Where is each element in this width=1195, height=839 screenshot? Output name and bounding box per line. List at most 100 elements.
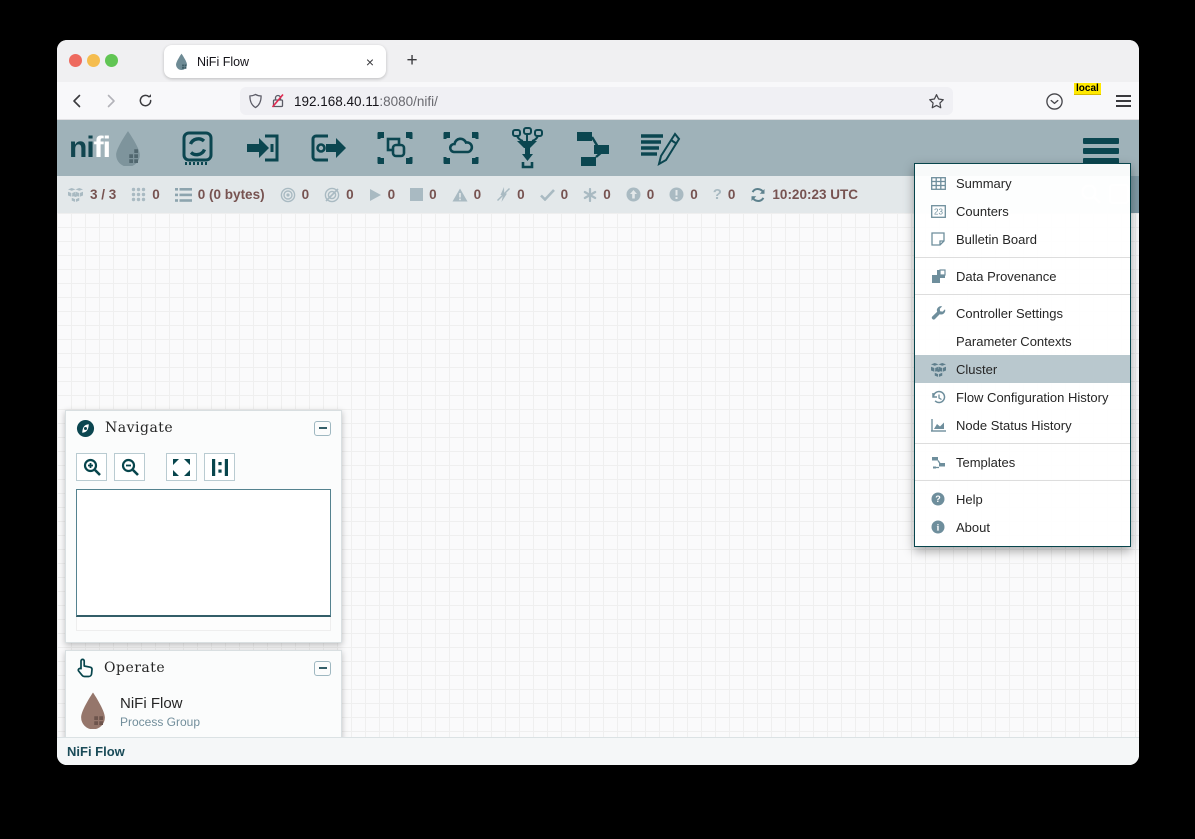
compass-icon xyxy=(76,419,95,438)
menu-label: Counters xyxy=(956,204,1009,219)
window-close-button[interactable] xyxy=(69,54,82,67)
menu-label: Summary xyxy=(956,176,1012,191)
menu-item-summary[interactable]: Summary xyxy=(915,169,1130,197)
browser-toolbar-right: local xyxy=(1045,84,1131,118)
label-icon[interactable] xyxy=(637,127,681,169)
up-to-date-status: 0 xyxy=(540,187,569,202)
menu-separator xyxy=(915,257,1130,258)
menu-item-data-provenance[interactable]: Data Provenance xyxy=(915,262,1130,290)
menu-item-parameter-contexts[interactable]: Parameter Contexts xyxy=(915,327,1130,355)
process-group-icon[interactable] xyxy=(373,127,417,169)
svg-text:23: 23 xyxy=(934,207,943,216)
browser-titlebar: NiFi Flow × + xyxy=(57,40,1139,82)
check-icon xyxy=(540,189,555,201)
menu-separator xyxy=(915,480,1130,481)
output-port-icon[interactable] xyxy=(307,127,351,169)
nifi-logo: nifi xyxy=(69,130,143,166)
queued-status: 0 (0 bytes) xyxy=(175,187,265,202)
menu-item-node-status-history[interactable]: Node Status History xyxy=(915,411,1130,439)
bookmark-star-icon[interactable] xyxy=(928,93,945,110)
birdseye-footer xyxy=(76,617,331,631)
grid-icon xyxy=(131,187,146,202)
birdseye-map[interactable] xyxy=(76,489,331,617)
account-avatar[interactable]: local xyxy=(1078,89,1102,113)
zoom-fit-button[interactable] xyxy=(166,453,197,481)
question-circle-icon: ? xyxy=(929,492,947,506)
menu-separator xyxy=(915,443,1130,444)
input-port-icon[interactable] xyxy=(241,127,285,169)
warning-icon xyxy=(452,188,468,202)
arrow-up-circle-icon xyxy=(626,187,641,202)
selected-flow-name: NiFi Flow xyxy=(120,695,200,712)
sync-failure-status: ? 0 xyxy=(713,186,736,203)
menu-item-counters[interactable]: 23 Counters xyxy=(915,197,1130,225)
queued-count: 0 (0 bytes) xyxy=(198,187,265,202)
forward-icon[interactable] xyxy=(97,87,125,115)
locally-modified-stale-count: 0 xyxy=(690,187,698,202)
back-icon[interactable] xyxy=(63,87,91,115)
info-circle-icon: i xyxy=(929,520,947,534)
menu-item-flow-configuration-history[interactable]: Flow Configuration History xyxy=(915,383,1130,411)
template-icon[interactable] xyxy=(571,127,615,169)
menu-item-templates[interactable]: Templates xyxy=(915,448,1130,476)
navigate-collapse-button[interactable] xyxy=(314,421,331,436)
url-bar[interactable]: 192.168.40.11:8080/nifi/ xyxy=(240,87,953,115)
global-menu: Summary 23 Counters Bulletin Board Data … xyxy=(914,163,1131,547)
bolt-slash-icon xyxy=(496,187,511,202)
menu-label: Data Provenance xyxy=(956,269,1056,284)
menu-label: Node Status History xyxy=(956,418,1072,433)
remote-process-group-icon[interactable] xyxy=(439,127,483,169)
menu-item-cluster[interactable]: Cluster xyxy=(915,355,1130,383)
locally-modified-stale-status: 0 xyxy=(669,187,698,202)
reload-icon[interactable] xyxy=(131,87,159,115)
shield-icon[interactable] xyxy=(248,93,263,109)
refresh-icon[interactable] xyxy=(750,187,766,203)
disabled-status: 0 xyxy=(496,187,525,202)
menu-label: Flow Configuration History xyxy=(956,390,1108,405)
menu-label: Parameter Contexts xyxy=(956,334,1072,349)
breadcrumb-bar: NiFi Flow xyxy=(57,737,1139,765)
navigate-palette: Navigate xyxy=(65,410,342,643)
svg-text:?: ? xyxy=(935,494,941,504)
cluster-count: 3 / 3 xyxy=(90,187,116,202)
process-group-drop-icon xyxy=(78,691,108,729)
running-status: 0 xyxy=(369,187,396,202)
funnel-icon[interactable] xyxy=(505,127,549,169)
tab-close-icon[interactable]: × xyxy=(364,54,376,70)
menu-item-controller-settings[interactable]: Controller Settings xyxy=(915,299,1130,327)
menu-label: Controller Settings xyxy=(956,306,1063,321)
refresh-status: 10:20:23 UTC xyxy=(750,187,858,203)
history-icon xyxy=(929,390,947,405)
insecure-lock-icon[interactable] xyxy=(270,93,286,109)
url-host: 192.168.40.11 xyxy=(294,94,379,109)
list-icon xyxy=(175,188,192,202)
browser-tab[interactable]: NiFi Flow × xyxy=(164,45,386,78)
processor-icon[interactable] xyxy=(175,127,219,169)
cubes-icon xyxy=(929,362,947,377)
window-zoom-button[interactable] xyxy=(105,54,118,67)
component-toolbar xyxy=(175,127,681,169)
menu-item-bulletin-board[interactable]: Bulletin Board xyxy=(915,225,1130,253)
browser-menu-icon[interactable] xyxy=(1116,95,1131,106)
tab-title: NiFi Flow xyxy=(197,55,364,69)
zoom-out-button[interactable] xyxy=(114,453,145,481)
zoom-actual-size-button[interactable] xyxy=(204,453,235,481)
stopped-status: 0 xyxy=(410,187,437,202)
table-icon xyxy=(929,177,947,190)
new-tab-button[interactable]: + xyxy=(399,48,425,74)
disabled-count: 0 xyxy=(517,187,525,202)
invalid-count: 0 xyxy=(474,187,482,202)
navigate-header: Navigate xyxy=(66,411,341,445)
nifi-favicon xyxy=(174,53,189,70)
menu-item-about[interactable]: i About xyxy=(915,513,1130,541)
chart-area-icon xyxy=(929,419,947,432)
counters-icon: 23 xyxy=(929,205,947,218)
zoom-in-button[interactable] xyxy=(76,453,107,481)
pocket-icon[interactable] xyxy=(1045,92,1064,111)
operate-collapse-button[interactable] xyxy=(314,661,331,676)
logo-text-fi: fi xyxy=(94,131,110,165)
stopped-count: 0 xyxy=(429,187,437,202)
menu-item-help[interactable]: ? Help xyxy=(915,485,1130,513)
window-minimize-button[interactable] xyxy=(87,54,100,67)
breadcrumb-root[interactable]: NiFi Flow xyxy=(67,744,125,759)
